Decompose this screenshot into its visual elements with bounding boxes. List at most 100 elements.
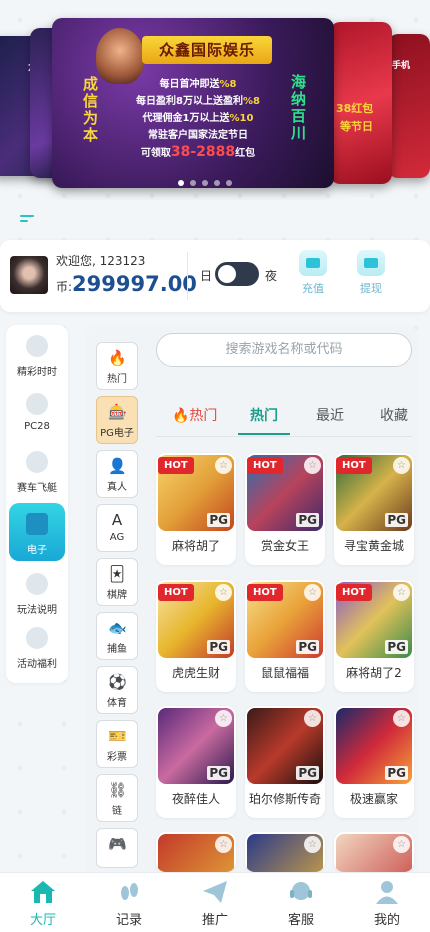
provider-label: PG bbox=[207, 513, 230, 527]
category-live[interactable]: 👤 真人 bbox=[96, 450, 138, 498]
category-label: 棋牌 bbox=[107, 590, 127, 601]
search-input[interactable]: 搜索游戏名称或代码 bbox=[156, 333, 412, 367]
nav-profile[interactable]: 我的 bbox=[344, 879, 430, 928]
lottery-ball-icon bbox=[26, 335, 48, 357]
category-chain[interactable]: ⛓ 链 bbox=[96, 774, 138, 822]
page: 众 手机 38红包 等节日 众鑫国际娱乐 成信为本 海纳百川 每日首冲即送%8 … bbox=[0, 0, 430, 932]
carousel-dot[interactable] bbox=[190, 180, 196, 186]
provider-label: PG bbox=[385, 513, 408, 527]
favorite-star-icon[interactable]: ☆ bbox=[393, 457, 410, 474]
game-card[interactable]: ☆ bbox=[334, 832, 414, 872]
nav-support[interactable]: 客服 bbox=[258, 879, 344, 928]
favorite-star-icon[interactable]: ☆ bbox=[393, 836, 410, 853]
slogan-left: 成信为本 bbox=[81, 76, 99, 144]
sidebar-item-pc28[interactable]: PC28 bbox=[6, 383, 68, 441]
game-card[interactable]: HOT ☆ PG 虎虎生财 bbox=[156, 580, 236, 692]
game-name: 寻宝黄金城 bbox=[343, 539, 404, 553]
carousel-dot[interactable] bbox=[214, 180, 220, 186]
tab-recent[interactable]: 最近 bbox=[316, 405, 344, 425]
racecar-icon bbox=[26, 451, 48, 473]
hot-badge: HOT bbox=[247, 584, 283, 601]
game-card[interactable]: ☆ bbox=[245, 832, 325, 872]
favorite-star-icon[interactable]: ☆ bbox=[304, 836, 321, 853]
fish-icon: 🐟 bbox=[108, 619, 127, 637]
sidebar-item-lottery[interactable]: 精彩时时 bbox=[6, 325, 68, 383]
tab-hot[interactable]: 热门 bbox=[238, 405, 290, 435]
nav-label: 我的 bbox=[373, 913, 400, 928]
game-name: 夜醉佳人 bbox=[171, 792, 220, 806]
favorite-star-icon[interactable]: ☆ bbox=[304, 457, 321, 474]
dealer-icon: 👤 bbox=[108, 457, 127, 475]
user-icon bbox=[373, 879, 401, 905]
hot-badge: HOT bbox=[336, 457, 372, 474]
tab-favorites[interactable]: 收藏 bbox=[380, 405, 408, 425]
sidebar-item-electronic[interactable]: 电子 bbox=[9, 503, 65, 561]
game-card[interactable]: HOT ☆ PG 寻宝黄金城 bbox=[334, 453, 414, 565]
welcome-text: 欢迎您, 123123 bbox=[56, 254, 146, 268]
deposit-button[interactable]: 充值 bbox=[293, 250, 333, 296]
promo-line: 常驻客户国家法定节日 bbox=[148, 130, 248, 141]
carousel-slide-right[interactable]: 38红包 等节日 bbox=[330, 22, 392, 184]
carousel-dot[interactable] bbox=[202, 180, 208, 186]
promo-carousel[interactable]: 众 手机 38红包 等节日 众鑫国际娱乐 成信为本 海纳百川 每日首冲即送%8 … bbox=[0, 0, 430, 200]
game-card[interactable]: ☆ bbox=[156, 832, 236, 872]
favorite-star-icon[interactable]: ☆ bbox=[215, 584, 232, 601]
promo-line: 每日首冲即送%8 bbox=[159, 79, 237, 90]
withdraw-button[interactable]: 提现 bbox=[351, 250, 391, 296]
balance-value: 299997.00 bbox=[72, 272, 197, 296]
favorite-star-icon[interactable]: ☆ bbox=[393, 584, 410, 601]
game-card[interactable]: HOT ☆ PG 赏金女王 bbox=[245, 453, 325, 565]
game-name: 麻将胡了2 bbox=[346, 666, 402, 680]
currency-label: 币: bbox=[56, 280, 73, 294]
notice-bar[interactable] bbox=[0, 205, 430, 235]
favorite-star-icon[interactable]: ☆ bbox=[215, 457, 232, 474]
favorite-star-icon[interactable]: ☆ bbox=[215, 710, 232, 727]
category-label: 体育 bbox=[107, 698, 127, 709]
hot-badge: HOT bbox=[158, 457, 194, 474]
game-card[interactable]: ☆ PG 极速赢家 bbox=[334, 706, 414, 818]
avatar[interactable] bbox=[10, 256, 48, 294]
sidebar-item-label: 赛车飞艇 bbox=[17, 483, 57, 494]
category-pg[interactable]: 🎰 PG电子 bbox=[96, 396, 138, 444]
hot-badge: HOT bbox=[247, 457, 283, 474]
deposit-label: 充值 bbox=[302, 282, 324, 295]
game-card[interactable]: HOT ☆ PG 麻将胡了2 bbox=[334, 580, 414, 692]
game-card[interactable]: ☆ PG 珀尔修斯传奇 bbox=[245, 706, 325, 818]
nav-lobby[interactable]: 大厅 bbox=[0, 879, 86, 928]
sidebar-item-racing[interactable]: 赛车飞艇 bbox=[6, 441, 68, 499]
category-lottery[interactable]: 🎫 彩票 bbox=[96, 720, 138, 768]
game-tabs: 🔥热门 热门 最近 收藏 bbox=[156, 395, 418, 435]
category-hot[interactable]: 🔥 热门 bbox=[96, 342, 138, 390]
game-card[interactable]: ☆ PG 夜醉佳人 bbox=[156, 706, 236, 818]
favorite-star-icon[interactable]: ☆ bbox=[304, 584, 321, 601]
sidebar-item-promotions[interactable]: 活动福利 bbox=[6, 617, 68, 675]
favorite-star-icon[interactable]: ☆ bbox=[215, 836, 232, 853]
nav-label: 大厅 bbox=[29, 913, 56, 928]
night-label: 夜 bbox=[265, 269, 278, 283]
favorite-star-icon[interactable]: ☆ bbox=[393, 710, 410, 727]
sidebar-item-label: PC28 bbox=[24, 421, 50, 432]
category-ag[interactable]: A AG bbox=[96, 504, 138, 552]
nav-records[interactable]: 记录 bbox=[86, 879, 172, 928]
favorite-star-icon[interactable]: ☆ bbox=[304, 710, 321, 727]
carousel-slide-main[interactable]: 众鑫国际娱乐 成信为本 海纳百川 每日首冲即送%8 每日盈利8万以上送盈利%8 … bbox=[52, 18, 334, 188]
sidebar-item-label: 电子 bbox=[27, 545, 47, 556]
slide-text: 等节日 bbox=[340, 120, 373, 133]
category-esports[interactable]: 🎮 bbox=[96, 828, 138, 868]
sidebar-item-rules[interactable]: 玩法说明 bbox=[6, 563, 68, 621]
carousel-dot[interactable] bbox=[178, 180, 184, 186]
category-chess[interactable]: 🃏 棋牌 bbox=[96, 558, 138, 606]
nav-promote[interactable]: 推广 bbox=[172, 879, 258, 928]
day-night-toggle[interactable] bbox=[215, 262, 259, 286]
category-sports[interactable]: ⚽ 体育 bbox=[96, 666, 138, 714]
tab-hot-fire[interactable]: 🔥热门 bbox=[172, 405, 217, 425]
category-fishing[interactable]: 🐟 捕鱼 bbox=[96, 612, 138, 660]
game-card[interactable]: HOT ☆ PG 麻将胡了 bbox=[156, 453, 236, 565]
promo-line: 代理佣金1万以上送%10 bbox=[142, 113, 254, 124]
bottom-nav: 大厅 记录 推广 客服 我的 bbox=[0, 872, 430, 932]
carousel-dot[interactable] bbox=[226, 180, 232, 186]
game-card[interactable]: HOT ☆ PG 鼠鼠福福 bbox=[245, 580, 325, 692]
game-name: 赏金女王 bbox=[260, 539, 309, 553]
chain-icon: ⛓ bbox=[108, 781, 128, 799]
carousel-slide-right-2[interactable]: 手机 bbox=[388, 34, 430, 178]
